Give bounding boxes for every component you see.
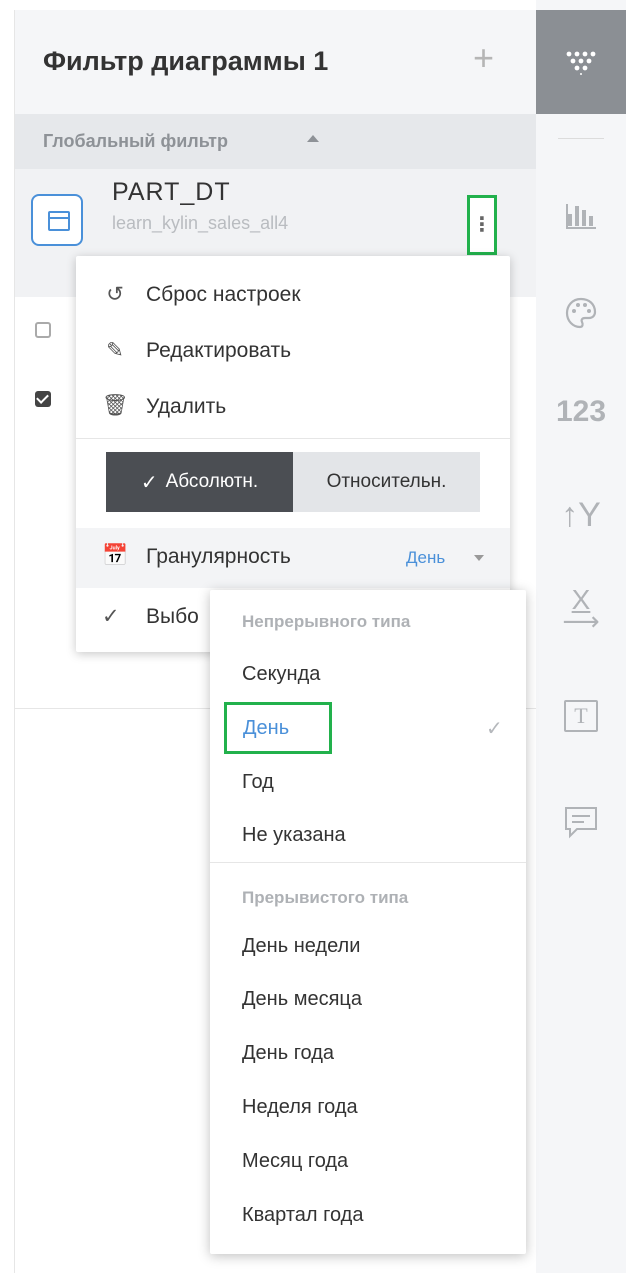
palette-icon[interactable]: [536, 296, 626, 339]
group-header-continuous: Непрерывного типа: [242, 612, 411, 631]
group-header-discrete: Прерывистого типа: [242, 888, 409, 907]
option-year[interactable]: Год: [242, 771, 274, 794]
panel-header: Фильтр диаграммы 1 +: [15, 10, 537, 115]
check-icon: ✓: [486, 718, 503, 740]
checkbox-unchecked[interactable]: [35, 322, 51, 338]
edit-icon: ✎: [106, 339, 124, 362]
add-filter-button[interactable]: +: [473, 38, 494, 78]
absolute-label: Абсолютн.: [165, 471, 259, 492]
caret-up-icon: [307, 135, 319, 142]
reset-icon: ↺: [106, 283, 124, 306]
menu-item-delete[interactable]: 🗑 Удалить: [76, 380, 510, 436]
option-week-of-year[interactable]: Неделя года: [242, 1096, 358, 1119]
right-toolbar: 123 ↑Y X ⟶ T: [536, 0, 626, 1273]
option-quarter-of-year[interactable]: Квартал года: [242, 1204, 363, 1227]
filter-funnel-icon: [566, 51, 596, 75]
y-axis-icon[interactable]: ↑Y: [536, 496, 626, 535]
menu-item-reset[interactable]: ↺ Сброс настроек: [76, 268, 510, 324]
text-icon[interactable]: T: [536, 700, 626, 732]
option-day-of-month[interactable]: День месяца: [242, 988, 362, 1011]
option-day-of-week[interactable]: День недели: [242, 935, 360, 958]
checkbox-checked[interactable]: [35, 391, 51, 407]
text-icon-label: T: [564, 700, 598, 732]
date-mode-toggle: ✓ Абсолютн. Относительн.: [106, 452, 480, 512]
bar-chart-icon[interactable]: [536, 200, 626, 235]
global-filter-header[interactable]: Глобальный фильтр: [15, 114, 537, 169]
field-name: PART_DT: [112, 178, 231, 206]
toolbar-divider: [558, 138, 604, 139]
option-second[interactable]: Секунда: [242, 663, 320, 686]
global-filter-label: Глобальный фильтр: [43, 131, 228, 151]
dropdown-divider: [210, 862, 526, 863]
check-icon: ✓: [140, 471, 158, 494]
absolute-mode-button[interactable]: ✓ Абсолютн.: [106, 452, 293, 512]
comment-icon[interactable]: [536, 805, 626, 844]
field-table-name: learn_kylin_sales_all4: [112, 213, 289, 233]
option-day-selected[interactable]: День: [224, 702, 332, 754]
granularity-dropdown: Непрерывного типа Секунда День ✓ Год Не …: [210, 590, 526, 1254]
filter-tab[interactable]: [536, 10, 626, 114]
menu-item-label: Выбо: [146, 605, 199, 628]
granularity-label: Гранулярность: [146, 545, 291, 568]
more-options-button[interactable]: ⋮: [467, 195, 497, 255]
option-day-of-year[interactable]: День года: [242, 1042, 334, 1065]
x-axis-icon[interactable]: X ⟶: [536, 586, 626, 635]
check-icon: ✓: [102, 605, 120, 628]
menu-item-label: Сброс настроек: [146, 283, 301, 306]
granularity-value: День: [406, 548, 446, 567]
calendar-icon: 📅: [102, 544, 129, 567]
menu-item-label: Редактировать: [146, 339, 292, 362]
relative-mode-button[interactable]: Относительн.: [293, 452, 480, 512]
menu-item-edit[interactable]: ✎ Редактировать: [76, 324, 510, 380]
vertical-dots-icon: ⋮: [472, 214, 492, 236]
panel-title: Фильтр диаграммы 1: [43, 46, 329, 76]
option-month-of-year[interactable]: Месяц года: [242, 1150, 348, 1173]
option-none[interactable]: Не указана: [242, 824, 346, 847]
menu-item-label: Удалить: [146, 395, 227, 418]
chevron-down-icon: [474, 555, 484, 561]
menu-divider: [76, 438, 510, 439]
trash-icon: 🗑: [102, 394, 129, 417]
calendar-icon: [31, 194, 83, 246]
number-format-icon[interactable]: 123: [536, 395, 626, 429]
menu-item-granularity[interactable]: 📅 Гранулярность День: [76, 528, 510, 588]
